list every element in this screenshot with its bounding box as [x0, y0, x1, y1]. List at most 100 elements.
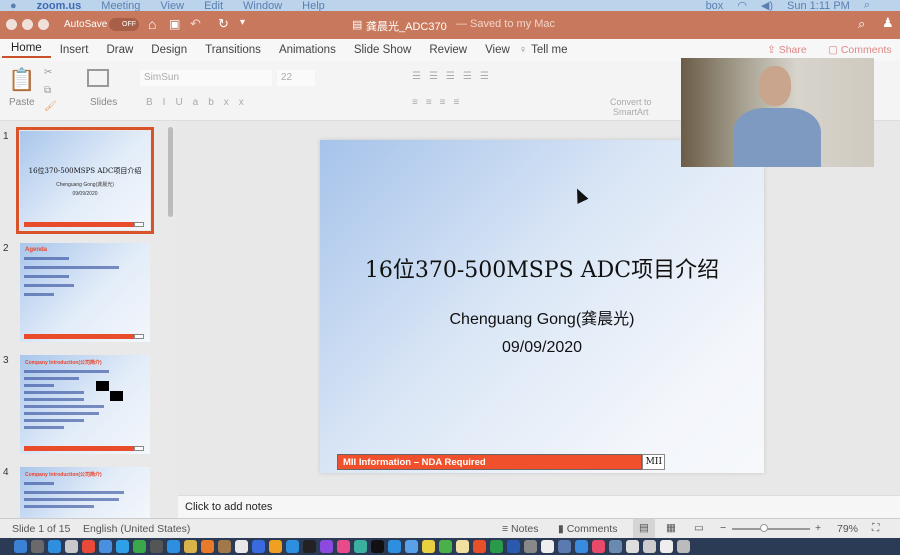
tab-insert[interactable]: Insert	[51, 44, 98, 56]
undo-icon[interactable]: ↶	[190, 16, 201, 32]
dock-app-icon[interactable]	[133, 540, 146, 553]
notes-placeholder[interactable]: Click to add notes	[185, 501, 272, 513]
dock-app-icon[interactable]	[167, 540, 180, 553]
dock-app-icon[interactable]	[405, 540, 418, 553]
dock-app-icon[interactable]	[31, 540, 44, 553]
normal-view-button[interactable]: ▤	[633, 519, 655, 538]
format-painter-icon[interactable]: 🖌	[44, 101, 57, 112]
tab-transitions[interactable]: Transitions	[196, 44, 270, 56]
dock-app-icon[interactable]	[150, 540, 163, 553]
dock-app-icon[interactable]	[235, 540, 248, 553]
dock-app-icon[interactable]	[677, 540, 690, 553]
dock-app-icon[interactable]	[82, 540, 95, 553]
dock-app-icon[interactable]	[439, 540, 452, 553]
account-icon[interactable]: ♟	[882, 15, 894, 31]
slide-presenter[interactable]: Chenguang Gong(龚晨光)	[320, 305, 764, 329]
presenter-view-button[interactable]: ▭	[694, 522, 704, 534]
menu-edit[interactable]: Edit	[204, 0, 223, 11]
dock-app-icon[interactable]	[184, 540, 197, 553]
tell-me-button[interactable]: Tell me	[527, 44, 576, 56]
paste-icon[interactable]: 📋	[8, 67, 35, 93]
home-icon[interactable]: ⌂	[148, 16, 156, 32]
slide-date[interactable]: 09/09/2020	[320, 339, 764, 357]
dock-app-icon[interactable]	[320, 540, 333, 553]
language-status[interactable]: English (United States)	[83, 523, 190, 535]
webcam-video[interactable]	[681, 58, 874, 167]
zoom-in-button[interactable]: +	[815, 522, 821, 534]
dock-app-icon[interactable]	[524, 540, 537, 553]
dock-app-icon[interactable]	[116, 540, 129, 553]
zoom-slider-thumb[interactable]	[760, 524, 768, 532]
clock[interactable]: Sun 1:11 PM	[787, 0, 850, 11]
convert-smartart-button[interactable]: Convert to SmartArt	[610, 97, 652, 117]
tab-design[interactable]: Design	[142, 44, 196, 56]
slide-title[interactable]: 16位370-500MSPS ADC项目介绍	[320, 252, 764, 284]
comments-status-button[interactable]: ▮ Comments	[558, 523, 617, 535]
notes-pane[interactable]: Click to add notes	[178, 495, 900, 518]
maximize-window-button[interactable]	[38, 19, 49, 30]
font-format-buttons[interactable]: BIUabxx	[146, 97, 254, 108]
slides-button[interactable]: Slides	[90, 97, 117, 108]
zoom-slider[interactable]	[732, 528, 810, 530]
dock-app-icon[interactable]	[592, 540, 605, 553]
dock-app-icon[interactable]	[371, 540, 384, 553]
dock-app-icon[interactable]	[286, 540, 299, 553]
slide-layout-icon[interactable]	[87, 69, 109, 87]
tab-view[interactable]: View	[476, 44, 519, 56]
dock-app-icon[interactable]	[541, 540, 554, 553]
menu-view[interactable]: View	[160, 0, 184, 11]
dock-app-icon[interactable]	[218, 540, 231, 553]
dock-app-icon[interactable]	[201, 540, 214, 553]
font-name-select[interactable]: SimSun	[140, 70, 272, 86]
dock-app-icon[interactable]	[388, 540, 401, 553]
menu-app[interactable]: zoom.us	[37, 0, 82, 11]
dock-app-icon[interactable]	[609, 540, 622, 553]
dock-app-icon[interactable]	[575, 540, 588, 553]
dock-app-icon[interactable]	[626, 540, 639, 553]
menu-window[interactable]: Window	[243, 0, 282, 11]
comments-button[interactable]: ▢ Comments	[828, 44, 892, 56]
save-icon[interactable]: ▣	[169, 17, 180, 31]
tab-review[interactable]: Review	[420, 44, 476, 56]
zoom-level[interactable]: 79%	[837, 523, 858, 535]
fit-to-window-button[interactable]: ⛶	[872, 522, 879, 535]
dock-app-icon[interactable]	[660, 540, 673, 553]
thumbnail-slide-1[interactable]: 16位370-500MSPS ADC项目介绍 Chenguang Gong(龚晨…	[16, 127, 154, 234]
font-size-select[interactable]: 22	[277, 70, 315, 86]
dock-app-icon[interactable]	[558, 540, 571, 553]
dock-app-icon[interactable]	[354, 540, 367, 553]
dock-app-icon[interactable]	[48, 540, 61, 553]
paste-button[interactable]: Paste	[9, 97, 35, 108]
thumbnails-scrollbar[interactable]	[168, 127, 173, 217]
dock-app-icon[interactable]	[473, 540, 486, 553]
menu-meeting[interactable]: Meeting	[101, 0, 140, 11]
share-button[interactable]: ⇪ Share	[767, 44, 807, 56]
dock-app-icon[interactable]	[490, 540, 503, 553]
dock-app-icon[interactable]	[422, 540, 435, 553]
slide-canvas[interactable]: 16位370-500MSPS ADC项目介绍 Chenguang Gong(龚晨…	[320, 140, 764, 473]
dock-app-icon[interactable]	[507, 540, 520, 553]
minimize-window-button[interactable]	[22, 19, 33, 30]
tab-slide-show[interactable]: Slide Show	[345, 44, 421, 56]
dock-app-icon[interactable]	[14, 540, 27, 553]
tab-animations[interactable]: Animations	[270, 44, 345, 56]
thumbnail-slide-2[interactable]: Agenda	[20, 243, 150, 342]
dock-app-icon[interactable]	[252, 540, 265, 553]
dock-app-icon[interactable]	[99, 540, 112, 553]
cut-icon[interactable]: ✂	[44, 67, 52, 78]
redo-icon[interactable]: ↻	[218, 16, 229, 32]
bullets-buttons[interactable]: ☰☰☰☰☰	[412, 71, 497, 82]
dock-app-icon[interactable]	[65, 540, 78, 553]
dock-app-icon[interactable]	[303, 540, 316, 553]
close-window-button[interactable]	[6, 19, 17, 30]
slide-sorter-button[interactable]: ▦	[666, 522, 676, 534]
align-buttons[interactable]: ≡≡≡≡	[412, 97, 467, 108]
copy-icon[interactable]: ⧉	[44, 85, 51, 96]
box-icon[interactable]: box	[706, 0, 724, 11]
autosave-toggle[interactable]: OFF	[109, 18, 139, 31]
dock-app-icon[interactable]	[643, 540, 656, 553]
tab-home[interactable]: Home	[2, 42, 51, 58]
zoom-out-button[interactable]: −	[720, 522, 726, 534]
dock-app-icon[interactable]	[456, 540, 469, 553]
search-icon[interactable]: ⌕	[858, 16, 865, 32]
